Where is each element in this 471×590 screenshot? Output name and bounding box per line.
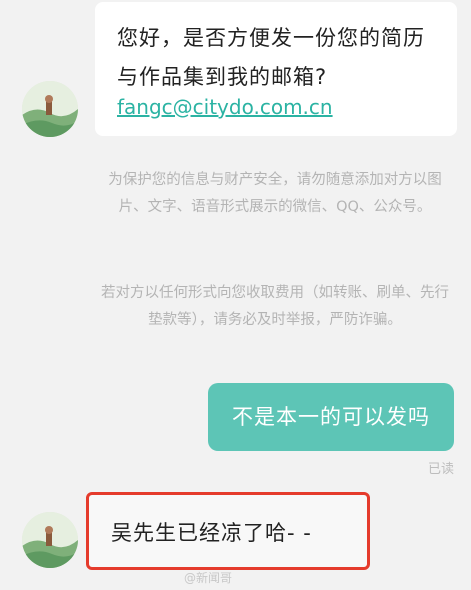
contact-avatar[interactable] [22, 512, 78, 568]
email-link[interactable]: fangc@citydo.com.cn [117, 95, 333, 119]
outgoing-message-bubble[interactable]: 不是本一的可以发吗 [208, 383, 454, 451]
message-text-line: 与作品集到我的邮箱? [117, 65, 328, 89]
contact-avatar[interactable] [22, 81, 78, 137]
read-status: 已读 [427, 462, 454, 477]
message-text-line: 您好，是否方便发一份您的简历 [117, 26, 425, 50]
watermark: @新闻哥 [184, 571, 233, 585]
message-text: 吴先生已经凉了哈- - [111, 521, 312, 545]
highlighted-incoming-message[interactable]: 吴先生已经凉了哈- - [86, 492, 370, 570]
incoming-message-bubble[interactable]: 您好，是否方便发一份您的简历 与作品集到我的邮箱? fangc@citydo.c… [95, 2, 457, 136]
fraud-notice: 若对方以任何形式向您收取费用（如转账、刷单、先行垫款等），请务必及时举报，严防诈… [101, 285, 449, 328]
safety-notice: 为保护您的信息与财产安全，请勿随意添加对方以图片、文字、语音形式展示的微信、QQ… [108, 172, 442, 215]
